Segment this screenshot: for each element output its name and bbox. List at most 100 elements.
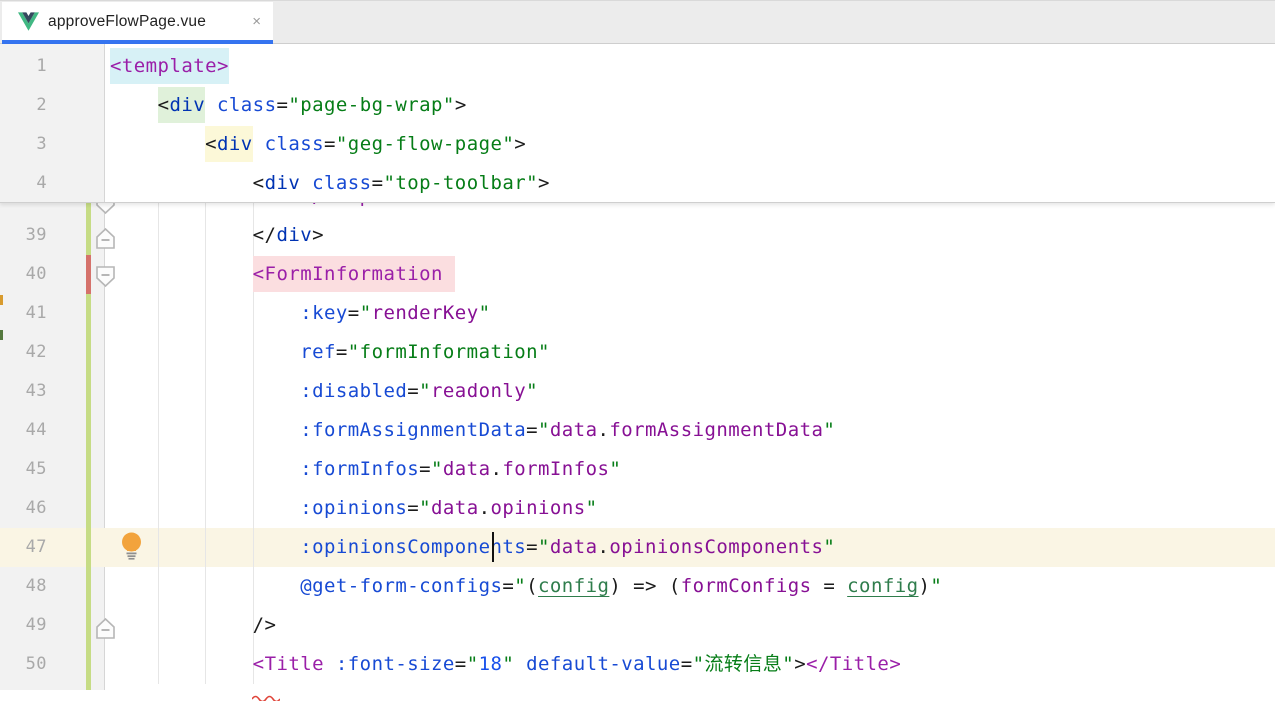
code-token: = bbox=[823, 575, 835, 597]
code-token bbox=[110, 263, 253, 285]
code-token: "top-toolbar" bbox=[383, 172, 538, 194]
code-token: " bbox=[479, 302, 491, 324]
code-token bbox=[812, 575, 824, 597]
code-token: " bbox=[930, 575, 942, 597]
line-number[interactable]: 45 bbox=[0, 450, 105, 489]
code-token: :key bbox=[300, 302, 348, 324]
code-token: ref bbox=[300, 341, 336, 363]
code-token: "geg-flow-page" bbox=[336, 133, 514, 155]
line-number[interactable]: 1 bbox=[0, 47, 105, 86]
code-token: < bbox=[110, 48, 122, 84]
code-token: = bbox=[324, 133, 336, 155]
line-number[interactable]: 47 bbox=[0, 528, 105, 567]
edge-mark bbox=[0, 330, 3, 340]
code-text: </div> bbox=[105, 216, 324, 255]
code-token: > bbox=[455, 94, 467, 116]
code-line-38[interactable]: 38 </a-space> bbox=[0, 203, 1275, 216]
code-line-40[interactable]: 40 <FormInformation bbox=[0, 255, 1275, 294]
code-token: < bbox=[253, 172, 265, 194]
code-line-2[interactable]: 2 <div class="page-bg-wrap"> bbox=[0, 86, 1275, 125]
code-token: " bbox=[360, 302, 372, 324]
code-token: < bbox=[205, 126, 217, 162]
code-line-42[interactable]: 42 ref="formInformation" bbox=[0, 333, 1275, 372]
code-token: :formInfos bbox=[300, 458, 419, 480]
code-token: config bbox=[538, 575, 609, 597]
code-line-44[interactable]: 44 :formAssignmentData="data.formAssignm… bbox=[0, 411, 1275, 450]
line-number[interactable]: 46 bbox=[0, 489, 105, 528]
code-token bbox=[110, 653, 253, 675]
line-number[interactable]: 41 bbox=[0, 294, 105, 333]
code-token: data bbox=[443, 458, 491, 480]
line-number[interactable]: 42 bbox=[0, 333, 105, 372]
close-icon[interactable]: × bbox=[252, 14, 261, 29]
code-token: > bbox=[538, 172, 550, 194]
code-token: = bbox=[455, 653, 467, 675]
clipped-line-38[interactable]: 38 </a-space> bbox=[0, 203, 1275, 216]
code-token: " bbox=[514, 575, 526, 597]
code-token: 18 bbox=[479, 653, 503, 675]
code-line-1[interactable]: 1<template> bbox=[0, 47, 1275, 86]
intention-lightbulb-icon[interactable] bbox=[119, 531, 144, 574]
code-token: renderKey bbox=[372, 302, 479, 324]
code-token: :opinions bbox=[300, 497, 407, 519]
line-number[interactable]: 43 bbox=[0, 372, 105, 411]
code-editor[interactable]: 38 </a-space> 39 </div>40 <FormInformati… bbox=[0, 44, 1275, 690]
code-token: . bbox=[597, 419, 609, 441]
tab-approveflowpage[interactable]: approveFlowPage.vue × bbox=[2, 2, 273, 41]
code-text: </a-space> bbox=[105, 203, 419, 216]
code-token: = bbox=[336, 341, 348, 363]
code-line-46[interactable]: 46 :opinions="data.opinions" bbox=[0, 489, 1275, 528]
code-line-41[interactable]: 41 :key="renderKey" bbox=[0, 294, 1275, 333]
code-token: . bbox=[479, 497, 491, 519]
code-text: @get-form-configs="(config) => (formConf… bbox=[105, 567, 942, 606]
code-token: = bbox=[372, 172, 384, 194]
code-text: <Title :font-size="18" default-value="流转… bbox=[105, 645, 901, 684]
code-text: :key="renderKey" bbox=[105, 294, 490, 333]
code-token: opinions bbox=[490, 497, 585, 519]
code-line-43[interactable]: 43 :disabled="readonly" bbox=[0, 372, 1275, 411]
line-number[interactable]: 2 bbox=[0, 86, 105, 125]
code-token: " bbox=[538, 419, 550, 441]
fold-marker-end-icon[interactable] bbox=[95, 224, 116, 246]
fold-marker-start-icon[interactable] bbox=[95, 263, 116, 285]
code-token: = bbox=[526, 536, 538, 558]
code-line-50[interactable]: 50 <Title :font-size="18" default-value=… bbox=[0, 645, 1275, 684]
line-number[interactable]: 3 bbox=[0, 125, 105, 164]
line-number[interactable]: 48 bbox=[0, 567, 105, 606]
code-token: " bbox=[586, 497, 598, 519]
code-token: formAssignmentData bbox=[609, 419, 823, 441]
code-token: readonly bbox=[431, 380, 526, 402]
line-number[interactable]: 38 bbox=[0, 203, 105, 216]
code-line-47[interactable]: 47 :opinionsComponents="data.opinionsCom… bbox=[0, 528, 1275, 567]
code-token: "page-bg-wrap" bbox=[288, 94, 454, 116]
code-token: "流转信息" bbox=[693, 653, 795, 675]
code-token: " bbox=[419, 380, 431, 402]
code-line-4[interactable]: 4 <div class="top-toolbar"> bbox=[0, 164, 1275, 203]
code-token: div bbox=[169, 87, 205, 123]
sticky-lines-panel[interactable]: 1<template>2 <div class="page-bg-wrap">3… bbox=[0, 44, 1275, 203]
line-number[interactable]: 40 bbox=[0, 255, 105, 294]
text-caret bbox=[492, 532, 494, 562]
code-text: :opinionsComponents="data.opinionsCompon… bbox=[105, 528, 835, 567]
line-number[interactable]: 50 bbox=[0, 645, 105, 684]
line-number[interactable]: 4 bbox=[0, 164, 105, 203]
code-line-39[interactable]: 39 </div> bbox=[0, 216, 1275, 255]
code-line-48[interactable]: 48 @get-form-configs="(config) => (formC… bbox=[0, 567, 1275, 606]
code-line-49[interactable]: 49 /> bbox=[0, 606, 1275, 645]
code-token bbox=[514, 653, 526, 675]
code-text: <FormInformation bbox=[105, 255, 455, 294]
code-token: > bbox=[514, 133, 526, 155]
code-area[interactable]: 38 </a-space> 39 </div>40 <FormInformati… bbox=[0, 203, 1275, 684]
fold-marker-end-icon[interactable] bbox=[95, 614, 116, 636]
code-token bbox=[110, 380, 300, 402]
line-number[interactable]: 49 bbox=[0, 606, 105, 645]
line-number[interactable]: 39 bbox=[0, 216, 105, 255]
code-token: " bbox=[609, 458, 621, 480]
code-token: < bbox=[253, 653, 265, 675]
code-line-3[interactable]: 3 <div class="geg-flow-page"> bbox=[0, 125, 1275, 164]
code-line-45[interactable]: 45 :formInfos="data.formInfos" bbox=[0, 450, 1275, 489]
code-token: " bbox=[419, 497, 431, 519]
code-token: opinionsComponents bbox=[609, 536, 823, 558]
line-number[interactable]: 44 bbox=[0, 411, 105, 450]
code-token: class bbox=[312, 172, 371, 194]
